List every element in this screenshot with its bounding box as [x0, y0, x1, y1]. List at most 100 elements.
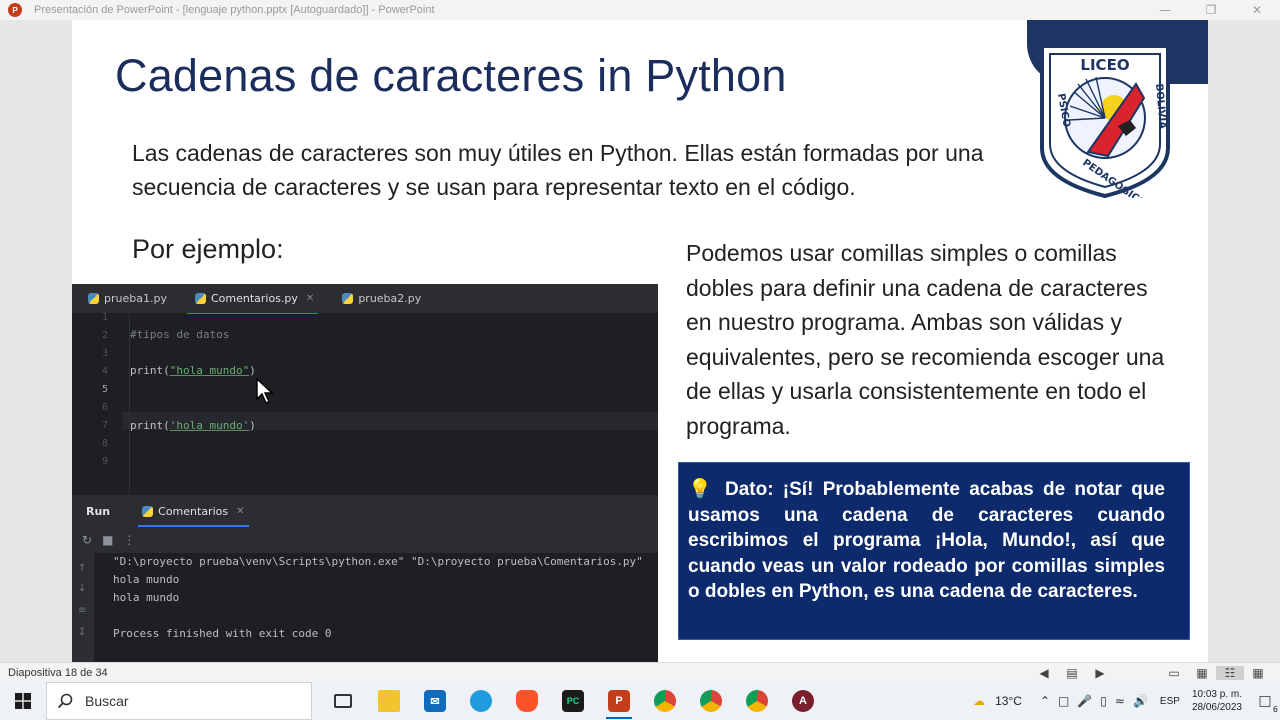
code-paren: )	[249, 364, 256, 377]
rerun-icon[interactable]: ↻	[82, 533, 92, 547]
tab-prueba1[interactable]: prueba1.py	[72, 284, 179, 314]
tip-text: Dato: ¡Sí! Probablemente acabas de notar…	[688, 479, 1165, 602]
tab-comentarios[interactable]: Comentarios.py ✕	[179, 284, 326, 315]
code-line-4[interactable]: print("hola mundo")	[130, 364, 256, 377]
tab-prueba2[interactable]: prueba2.py	[326, 284, 433, 314]
line-number: 6	[101, 402, 108, 413]
clock[interactable]: 10:03 p. m. 28/06/2023	[1192, 688, 1242, 714]
run-label[interactable]: Run	[86, 505, 110, 518]
lightbulb-icon: 💡	[688, 479, 716, 500]
wifi-icon[interactable]: ≈	[1115, 694, 1125, 708]
chevron-up-icon[interactable]: ⌃	[1040, 694, 1050, 708]
example-heading[interactable]: Por ejemplo:	[132, 234, 284, 265]
close-tab-icon[interactable]: ✕	[236, 506, 244, 517]
canvas-margin-right	[1208, 20, 1280, 662]
task-view-icon[interactable]	[320, 682, 366, 720]
ide-screenshot[interactable]: prueba1.py Comentarios.py ✕ prueba2.py 1…	[72, 284, 658, 662]
console-line: "D:\proyecto prueba\venv\Scripts\python.…	[113, 555, 643, 568]
start-button[interactable]	[0, 682, 46, 720]
notification-icon[interactable]: □ 6	[1250, 682, 1280, 720]
console-line: hola mundo	[113, 591, 180, 604]
chrome-icon[interactable]	[688, 682, 734, 720]
code-editor[interactable]: 1 2 3 4 5 6 7 8 9 #tipos de datos print(…	[72, 312, 658, 494]
console-output[interactable]: "D:\proyecto prueba\venv\Scripts\python.…	[94, 553, 658, 662]
canvas-margin-left	[0, 20, 72, 662]
mouse-cursor-icon	[256, 377, 274, 404]
previous-slide-icon[interactable]: ◀	[1030, 666, 1058, 680]
console-line: hola mundo	[113, 573, 180, 586]
temperature[interactable]: 13°C	[995, 694, 1022, 708]
search-label: Buscar	[85, 693, 129, 709]
status-bar: Diapositiva 18 de 34 ◀ ▤ ▶ ▭ ▦ ☷ ▦	[0, 662, 1280, 682]
app-a-icon[interactable]: A	[780, 682, 826, 720]
code-line-2[interactable]: #tipos de datos	[130, 328, 229, 341]
network-icon[interactable]: □	[1058, 694, 1069, 708]
line-number: 4	[101, 366, 108, 377]
run-tab-comentarios[interactable]: Comentarios ✕	[134, 495, 252, 527]
clock-time: 10:03 p. m.	[1191, 689, 1242, 700]
line-number-current: 5	[101, 384, 108, 395]
slideshow-nav: ◀ ▤ ▶	[1030, 663, 1114, 683]
mail-icon[interactable]: ✉	[412, 682, 458, 720]
normal-view-icon[interactable]: ▭	[1160, 666, 1188, 680]
edge-icon[interactable]	[458, 682, 504, 720]
battery-icon[interactable]: ▯	[1100, 694, 1107, 708]
line-number: 3	[101, 348, 108, 359]
powerpoint-taskbar-icon[interactable]: P	[596, 682, 642, 720]
python-file-icon	[342, 293, 354, 304]
scroll-down-icon[interactable]: ↓	[78, 583, 86, 594]
indent-guide	[129, 314, 130, 494]
window-title: Presentación de PowerPoint - [lenguaje p…	[34, 4, 435, 16]
scroll-up-icon[interactable]: ↑	[78, 563, 86, 574]
language-indicator[interactable]: ESP	[1160, 696, 1180, 707]
weather-icon[interactable]: ☁	[973, 694, 985, 708]
code-line-7[interactable]: print('hola mundo')	[130, 419, 256, 432]
line-number: 9	[101, 456, 108, 467]
taskbar-apps: ✉ PC P A	[320, 682, 826, 720]
pycharm-icon[interactable]: PC	[550, 682, 596, 720]
run-panel: Run Comentarios ✕ ↻ ■ ⋮ ↑ ↓ ≡ ↧ "D:\proy…	[72, 494, 658, 662]
powerpoint-icon: P	[8, 3, 22, 17]
line-number: 1	[101, 312, 108, 323]
slide-sorter-icon[interactable]: ▦	[1188, 666, 1216, 680]
line-number: 2	[101, 330, 108, 341]
close-tab-icon[interactable]: ✕	[306, 293, 314, 304]
reading-view-icon[interactable]: ☷	[1216, 666, 1244, 680]
code-comment: #tipos de datos	[130, 328, 230, 341]
search-icon	[57, 693, 73, 709]
stop-icon[interactable]: ■	[102, 533, 113, 547]
microphone-icon[interactable]: 🎤	[1077, 694, 1092, 708]
line-number: 8	[101, 438, 108, 449]
maximize-icon[interactable]: ❐	[1188, 0, 1234, 20]
volume-icon[interactable]: 🔊	[1133, 694, 1148, 708]
chrome-icon[interactable]	[642, 682, 688, 720]
slide[interactable]: Cadenas de caracteres in Python LICEO PS…	[72, 20, 1208, 662]
console-side-toolbar: ↑ ↓ ≡ ↧	[72, 553, 94, 662]
view-buttons: ▭ ▦ ☷ ▦	[1160, 663, 1272, 683]
more-options-icon[interactable]: ⋮	[123, 533, 135, 547]
soft-wrap-icon[interactable]: ≡	[78, 605, 86, 616]
close-icon[interactable]: ✕	[1234, 0, 1280, 20]
window-title-bar: P Presentación de PowerPoint - [lenguaje…	[0, 0, 1280, 20]
intro-paragraph[interactable]: Las cadenas de caracteres son muy útiles…	[132, 136, 1052, 204]
next-slide-icon[interactable]: ▶	[1086, 666, 1114, 680]
slide-title[interactable]: Cadenas de caracteres in Python	[115, 50, 787, 102]
run-panel-header: Run Comentarios ✕	[72, 495, 658, 527]
file-explorer-icon[interactable]	[366, 682, 412, 720]
chrome-icon[interactable]	[734, 682, 780, 720]
slideshow-view-icon[interactable]: ▦	[1244, 666, 1272, 680]
scroll-to-end-icon[interactable]: ↧	[78, 627, 86, 638]
minimize-icon[interactable]: —	[1142, 0, 1188, 20]
slide-menu-icon[interactable]: ▤	[1058, 666, 1086, 680]
code-string: "hola mundo"	[169, 364, 250, 377]
python-file-icon	[88, 293, 99, 304]
taskbar-search[interactable]: Buscar	[46, 682, 312, 720]
brave-icon[interactable]	[504, 682, 550, 720]
console-line: Process finished with exit code 0	[113, 627, 332, 640]
tip-box[interactable]: 💡 Dato: ¡Sí! Probablemente acabas de not…	[678, 462, 1190, 640]
python-file-icon	[142, 505, 154, 517]
tab-label: prueba2.py	[358, 292, 422, 305]
explanation-paragraph[interactable]: Podemos usar comillas simples o comillas…	[686, 236, 1176, 443]
slide-indicator[interactable]: Diapositiva 18 de 34	[8, 667, 108, 679]
clock-date: 28/06/2023	[1191, 702, 1242, 713]
